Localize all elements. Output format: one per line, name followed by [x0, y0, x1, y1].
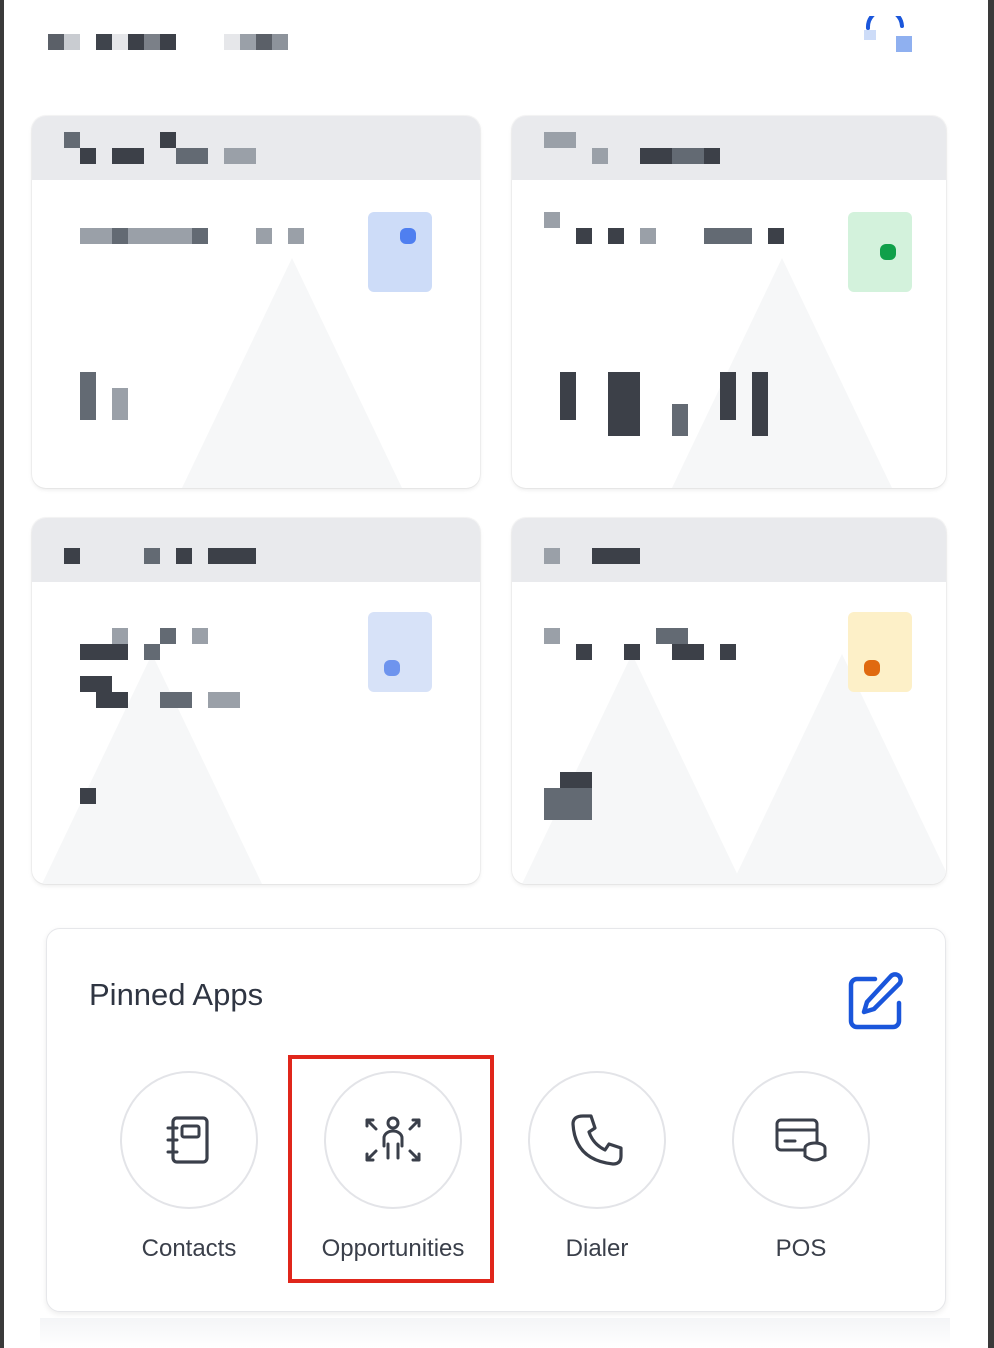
opportunities-button[interactable]: [324, 1071, 462, 1209]
app-label: POS: [775, 1235, 827, 1262]
window-frame-right: [988, 0, 994, 1348]
pinned-apps-panel: Pinned Apps Contacts Opportunities Diale…: [46, 928, 946, 1312]
app-label: Dialer: [565, 1235, 629, 1262]
stat-card-header: [32, 518, 480, 582]
bottom-shadow: [40, 1318, 950, 1348]
app-dialer[interactable]: Dialer: [497, 1071, 697, 1263]
phone-icon: [571, 1114, 623, 1166]
app-pos[interactable]: POS: [701, 1071, 901, 1263]
app-contacts[interactable]: Contacts: [89, 1071, 289, 1263]
pinned-apps-title: Pinned Apps: [89, 977, 264, 1012]
header-greeting-redacted: [48, 34, 288, 50]
stat-card-header: [32, 116, 480, 180]
contacts-button[interactable]: [120, 1071, 258, 1209]
pos-icon: [775, 1118, 827, 1162]
app-label: Opportunities: [321, 1235, 465, 1262]
opportunities-icon: [365, 1116, 421, 1162]
window-frame-left: [0, 0, 4, 1348]
refresh-icon[interactable]: [862, 8, 914, 56]
app-label: Contacts: [141, 1235, 237, 1262]
pos-button[interactable]: [732, 1071, 870, 1209]
stat-card-header: [512, 518, 946, 582]
stat-card-header: [512, 116, 946, 180]
contacts-book-icon: [166, 1116, 209, 1164]
stat-card-1[interactable]: [32, 116, 480, 488]
stat-card-3[interactable]: [32, 518, 480, 884]
stat-card-2[interactable]: [512, 116, 946, 488]
stat-card-4[interactable]: [512, 518, 946, 884]
dialer-button[interactable]: [528, 1071, 666, 1209]
edit-icon[interactable]: [847, 971, 907, 1031]
app-opportunities[interactable]: Opportunities: [293, 1071, 493, 1263]
